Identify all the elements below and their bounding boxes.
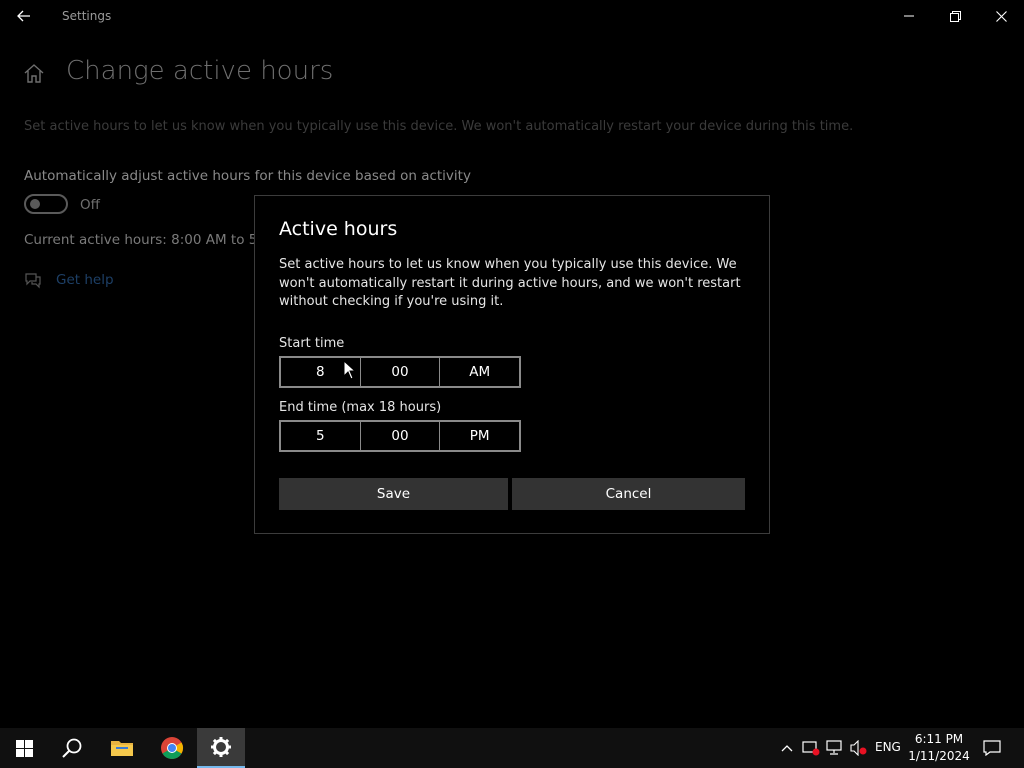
active-hours-dialog: Active hours Set active hours to let us …: [254, 195, 770, 534]
start-minute[interactable]: 00: [361, 358, 441, 386]
chat-help-icon: [25, 273, 41, 289]
clock[interactable]: 6:11 PM 1/11/2024: [908, 731, 970, 765]
end-time-picker[interactable]: 5 00 PM: [279, 420, 521, 452]
action-center-button[interactable]: [982, 738, 1002, 758]
end-period[interactable]: PM: [440, 422, 519, 450]
page-description: Set active hours to let us know when you…: [24, 119, 854, 134]
close-icon: [995, 10, 1007, 22]
back-arrow-icon: [17, 10, 30, 22]
start-button[interactable]: [0, 728, 48, 768]
mouse-cursor-icon: [343, 360, 357, 380]
network-icon: [826, 740, 842, 755]
auto-adjust-label: Automatically adjust active hours for th…: [24, 168, 471, 184]
volume-tray-button[interactable]: [849, 738, 869, 758]
window-title: Settings: [62, 9, 112, 23]
dialog-title: Active hours: [279, 218, 398, 240]
taskbar: ENG 6:11 PM 1/11/2024: [0, 728, 1024, 768]
start-time-label: Start time: [279, 336, 345, 351]
home-icon[interactable]: [22, 62, 46, 86]
page-title: Change active hours: [66, 56, 334, 86]
chevron-up-icon: [781, 745, 793, 752]
defender-warning-icon: [802, 741, 820, 756]
start-period[interactable]: AM: [440, 358, 519, 386]
search-icon: [62, 738, 82, 758]
file-explorer-button[interactable]: [98, 728, 146, 768]
notification-icon: [983, 740, 1001, 756]
dialog-description: Set active hours to let us know when you…: [279, 257, 741, 309]
restore-icon: [949, 10, 961, 22]
toggle-knob: [30, 199, 40, 209]
clock-date: 1/11/2024: [908, 749, 970, 763]
close-button[interactable]: [978, 0, 1024, 32]
end-time-label: End time (max 18 hours): [279, 400, 442, 415]
start-time-picker[interactable]: 8 00 AM: [279, 356, 521, 388]
get-help-label: Get help: [56, 272, 114, 288]
clock-time: 6:11 PM: [914, 732, 964, 746]
auto-adjust-toggle[interactable]: [24, 194, 68, 214]
save-button[interactable]: Save: [279, 478, 508, 510]
language-indicator[interactable]: ENG: [875, 740, 901, 754]
cancel-button[interactable]: Cancel: [512, 478, 745, 510]
search-button[interactable]: [48, 728, 96, 768]
minimize-button[interactable]: [886, 0, 932, 32]
current-active-hours: Current active hours: 8:00 AM to 5:00: [24, 232, 280, 248]
restore-button[interactable]: [932, 0, 978, 32]
back-button[interactable]: [10, 3, 38, 29]
end-hour[interactable]: 5: [281, 422, 361, 450]
end-minute[interactable]: 00: [361, 422, 441, 450]
security-tray-button[interactable]: [801, 738, 821, 758]
windows-logo-icon: [15, 739, 33, 757]
title-bar: Settings: [0, 0, 1024, 32]
volume-muted-icon: [850, 740, 867, 756]
minimize-icon: [904, 15, 914, 17]
file-explorer-icon: [111, 741, 133, 756]
chrome-button[interactable]: [148, 728, 196, 768]
chrome-icon: [161, 737, 183, 759]
show-hidden-icons-button[interactable]: [777, 738, 797, 758]
get-help-link[interactable]: Get help: [24, 270, 114, 290]
settings-taskbar-button[interactable]: [197, 728, 245, 768]
network-tray-button[interactable]: [825, 738, 845, 758]
settings-gear-icon: [211, 737, 231, 757]
toggle-state-label: Off: [80, 197, 100, 213]
